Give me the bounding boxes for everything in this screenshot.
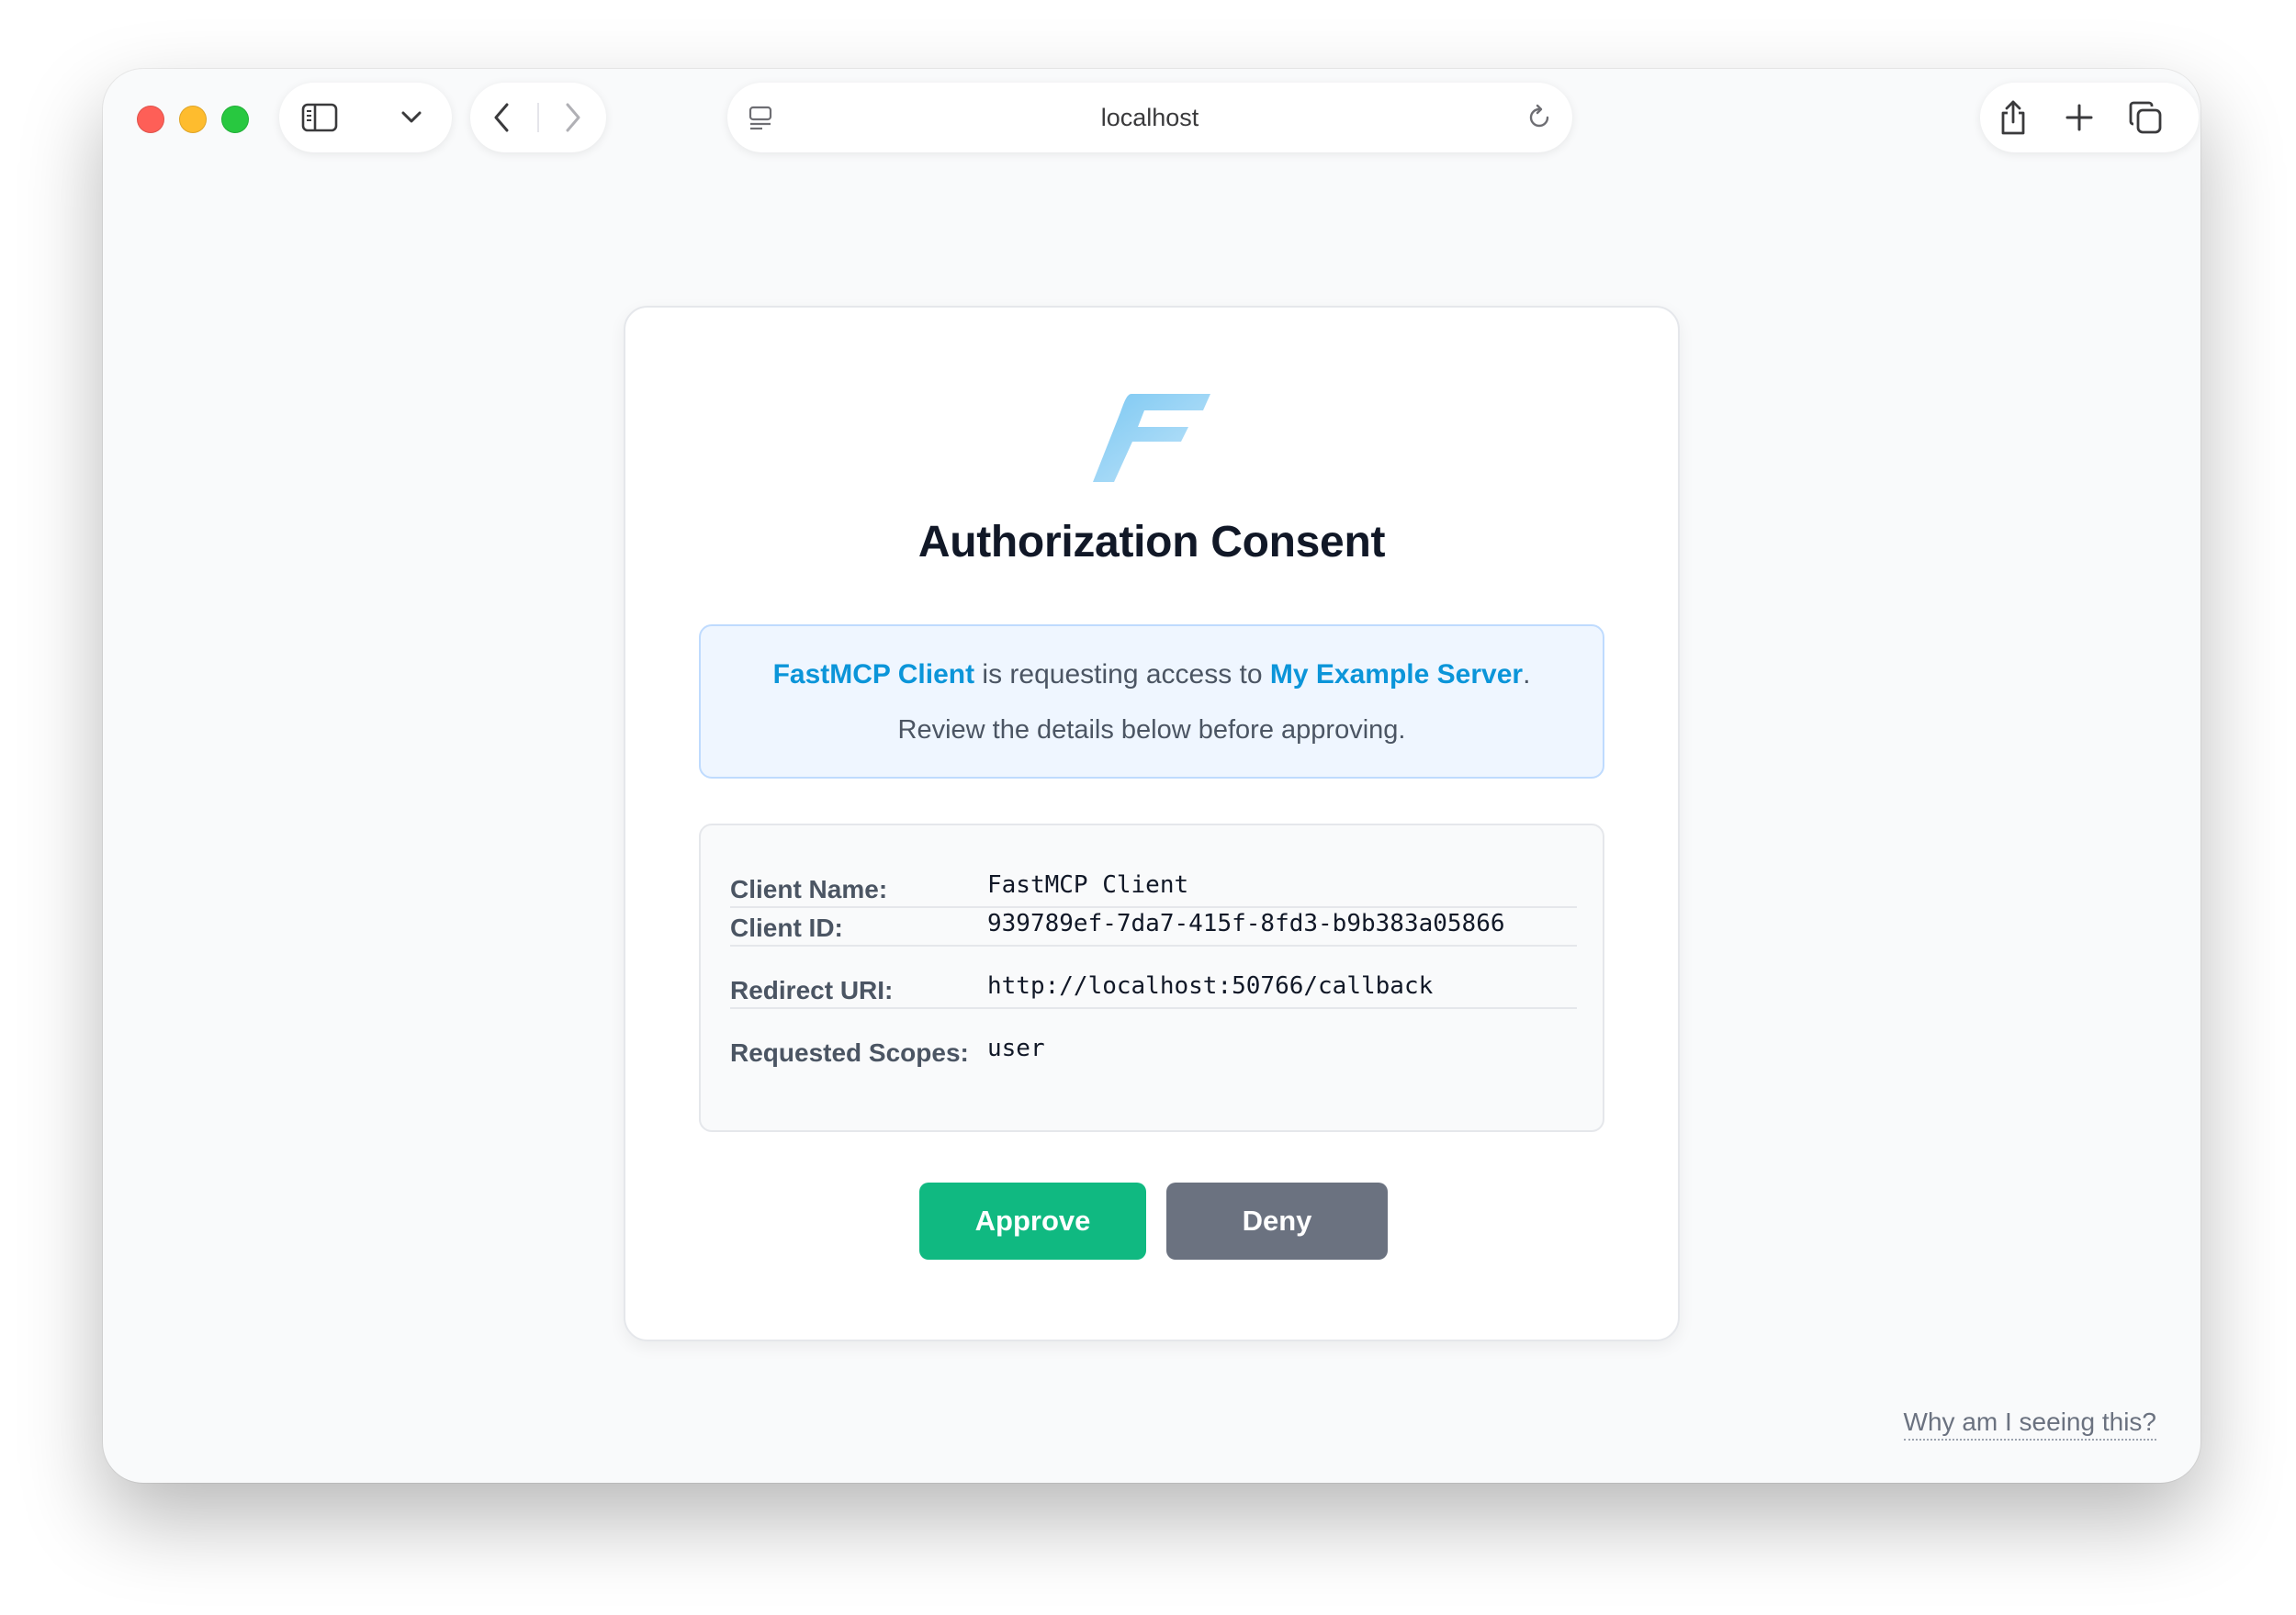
forward-button[interactable] [549,94,597,141]
sidebar-toggle-button[interactable] [296,94,343,141]
fastmcp-logo [1093,394,1210,482]
new-tab-button[interactable] [2055,94,2103,141]
detail-label: Requested Scopes: [730,1038,969,1067]
page-title: Authorization Consent [917,518,1386,566]
detail-value: 939789ef-7da7-415f-8fd3-b9b383a05866 [987,910,1505,937]
forward-icon [566,103,580,132]
approve-button[interactable]: Approve [919,1183,1146,1260]
address-bar[interactable]: localhost [727,83,1572,152]
toolbar-actions [1980,83,2199,152]
consent-card: Authorization Consent FastMCP Client is … [624,306,1680,1341]
new-tab-icon [2065,104,2093,131]
nav-divider [537,103,539,132]
address-text: localhost [1100,104,1199,131]
client-name-highlight: FastMCP Client [772,659,975,690]
navigation-controls [470,83,606,152]
detail-label: Redirect URI: [730,976,894,1004]
tabs-overview-button[interactable] [2122,94,2169,141]
requesting-text: is requesting access to [974,659,1270,690]
detail-row: Requested Scopes: user [730,1007,1577,1070]
review-message: Review the details below before approvin… [897,715,1406,745]
detail-value: http://localhost:50766/callback [987,972,1434,1000]
tabs-overview-icon [2129,101,2162,134]
browser-window: localhost Authorization Consent FastMCP … [103,69,2200,1483]
notice-punct: . [1523,659,1531,690]
back-button[interactable] [478,94,525,141]
zoom-window-button[interactable] [221,106,249,133]
share-icon [2001,100,2025,135]
sidebar-controls [279,83,452,152]
access-notice: FastMCP Client is requesting access to M… [699,624,1604,779]
sidebar-icon [301,103,338,132]
server-name-highlight: My Example Server [1269,659,1524,690]
client-details: Client Name: FastMCP Client Client ID: 9… [699,824,1604,1132]
detail-row: Client ID: 939789ef-7da7-415f-8fd3-b9b38… [730,882,1577,947]
deny-button[interactable]: Deny [1166,1183,1388,1260]
chevron-down-icon [401,111,422,123]
reload-button[interactable] [1515,94,1563,141]
why-am-i-seeing-this-link[interactable]: Why am I seeing this? [1903,1408,2156,1441]
close-window-button[interactable] [137,106,164,133]
tab-group-dropdown[interactable] [388,94,435,141]
detail-value: user [987,1035,1045,1062]
minimize-window-button[interactable] [179,106,207,133]
detail-row: Redirect URI: http://localhost:50766/cal… [730,945,1577,1009]
share-button[interactable] [1989,94,2037,141]
back-icon [494,103,509,132]
request-message: FastMCP Client is requesting access to M… [701,659,1603,690]
detail-label: Client ID: [730,914,843,942]
reload-icon [1529,104,1549,128]
